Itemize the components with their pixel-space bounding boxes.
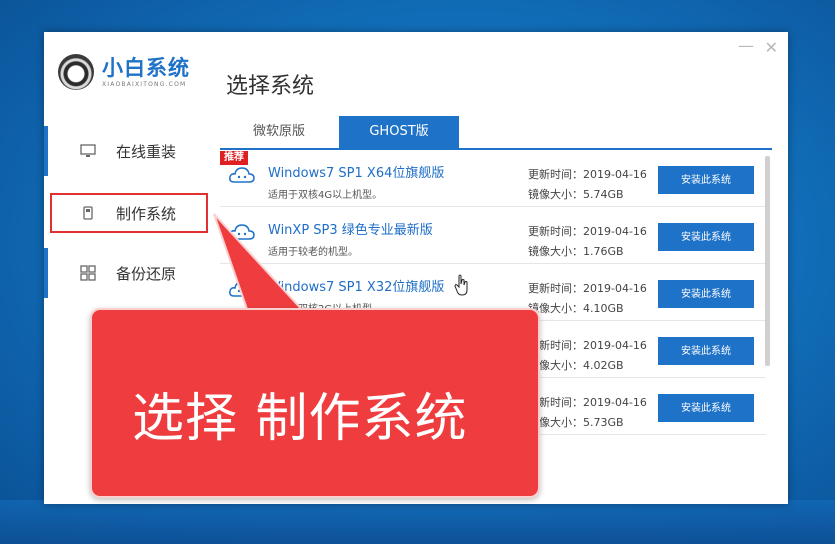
install-button[interactable]: 安装此系统	[658, 166, 754, 194]
update-time: 更新时间：2019-04-16	[528, 282, 647, 295]
sidebar-item-label: 在线重装	[116, 142, 177, 161]
image-size: 镜像大小：4.10GB	[528, 302, 624, 315]
install-button[interactable]: 安装此系统	[658, 280, 754, 308]
callout-box: 选择 制作系统	[90, 308, 540, 498]
close-button[interactable]: ✕	[765, 38, 778, 57]
callout-pointer	[213, 213, 307, 313]
cloud-icon	[229, 167, 255, 183]
system-desc: 适用于双核4G以上机型。	[268, 190, 383, 201]
grid-icon	[80, 265, 96, 281]
callout-text: 选择 制作系统	[132, 389, 468, 449]
page-title: 选择系统	[226, 74, 315, 99]
recommend-badge: 推荐	[220, 151, 248, 165]
sidebar-item-online-reinstall[interactable]: 在线重装	[44, 126, 220, 176]
system-name[interactable]: Windows7 SP1 X64位旗舰版	[268, 162, 444, 181]
hand-cursor-icon	[454, 274, 468, 296]
image-size: 镜像大小：4.02GB	[528, 359, 624, 372]
minimize-button[interactable]: —	[738, 36, 754, 55]
monitor-icon	[80, 144, 96, 157]
tab-microsoft-original[interactable]: 微软原版	[220, 116, 338, 148]
install-button[interactable]: 安装此系统	[658, 337, 754, 365]
update-time: 更新时间：2019-04-16	[528, 396, 647, 409]
tab-ghost[interactable]: GHOST版	[339, 116, 459, 148]
sidebar-item-backup-restore[interactable]: 备份还原	[44, 248, 220, 298]
desktop-taskbar-area	[0, 500, 835, 544]
highlight-box	[50, 193, 208, 233]
app-subtitle: XIAOBAIXITONG.COM	[102, 80, 187, 88]
update-time: 更新时间：2019-04-16	[528, 339, 647, 352]
image-size: 镜像大小：1.76GB	[528, 245, 624, 258]
image-size: 镜像大小：5.73GB	[528, 416, 624, 429]
update-time: 更新时间：2019-04-16	[528, 225, 647, 238]
list-scrollbar[interactable]	[765, 156, 770, 366]
active-indicator	[44, 248, 48, 298]
tab-bar: 微软原版 GHOST版	[220, 116, 772, 150]
logo-icon	[58, 54, 94, 90]
update-time: 更新时间：2019-04-16	[528, 168, 647, 181]
list-item: 推荐 Windows7 SP1 X64位旗舰版 适用于双核4G以上机型。 更新时…	[220, 150, 766, 207]
image-size: 镜像大小：5.74GB	[528, 188, 624, 201]
app-logo: 小白系统 XIAOBAIXITONG.COM	[58, 54, 190, 90]
sidebar-item-label: 备份还原	[116, 264, 177, 283]
active-indicator	[44, 126, 48, 176]
install-button[interactable]: 安装此系统	[658, 223, 754, 251]
app-name: 小白系统	[102, 55, 190, 80]
install-button[interactable]: 安装此系统	[658, 394, 754, 422]
